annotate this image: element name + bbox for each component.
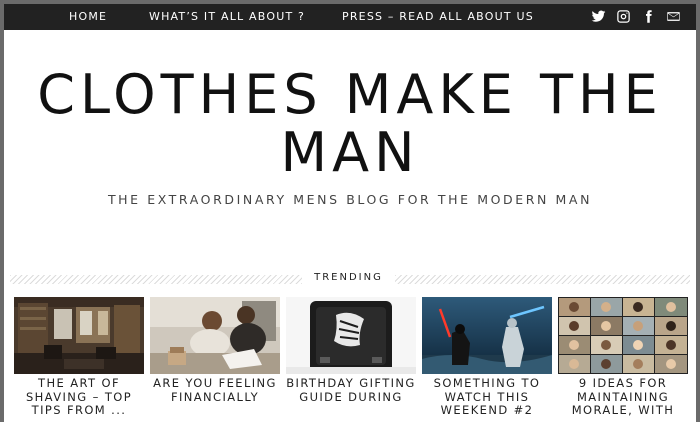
post-title[interactable]: BIRTHDAY GIFTING GUIDE DURING [284, 376, 418, 404]
trending-divider-left [10, 275, 302, 284]
post-title[interactable]: 9 IDEAS FOR MAINTAINING MORALE, WITH [556, 376, 690, 418]
social-links [590, 8, 682, 26]
trending-divider-right [395, 275, 690, 284]
site-title[interactable]: CLOTHES MAKE THE MAN [4, 66, 696, 182]
email-icon[interactable] [665, 8, 682, 25]
trending-posts: THE ART OF SHAVING – TOP TIPS FROM ... A… [14, 297, 690, 422]
nav-item-about[interactable]: WHAT’S IT ALL ABOUT ? [149, 4, 305, 30]
post-thumbnail-finances[interactable] [150, 297, 280, 374]
twitter-icon[interactable] [590, 8, 607, 25]
post-title[interactable]: ARE YOU FEELING FINANCIALLY [148, 376, 282, 404]
page-frame: HOME WHAT’S IT ALL ABOUT ? PRESS – READ … [4, 4, 696, 422]
trending-heading: TRENDING [314, 272, 383, 283]
post-title[interactable]: THE ART OF SHAVING – TOP TIPS FROM ... [12, 376, 146, 418]
post-thumbnail-movie[interactable] [422, 297, 552, 374]
nav-item-press[interactable]: PRESS – READ ALL ABOUT US [342, 4, 534, 30]
post-thumbnail-video-call[interactable] [558, 297, 688, 374]
post-thumbnail-gift-bag[interactable] [286, 297, 416, 374]
top-navigation-bar: HOME WHAT’S IT ALL ABOUT ? PRESS – READ … [4, 4, 696, 30]
site-tagline: THE EXTRAORDINARY MENS BLOG FOR THE MODE… [107, 192, 593, 207]
post-thumbnail-barbershop[interactable] [14, 297, 144, 374]
post-title[interactable]: SOMETHING TO WATCH THIS WEEKEND #2 [420, 376, 554, 418]
facebook-icon[interactable] [640, 8, 657, 25]
nav-item-home[interactable]: HOME [69, 4, 107, 30]
instagram-icon[interactable] [615, 8, 632, 25]
